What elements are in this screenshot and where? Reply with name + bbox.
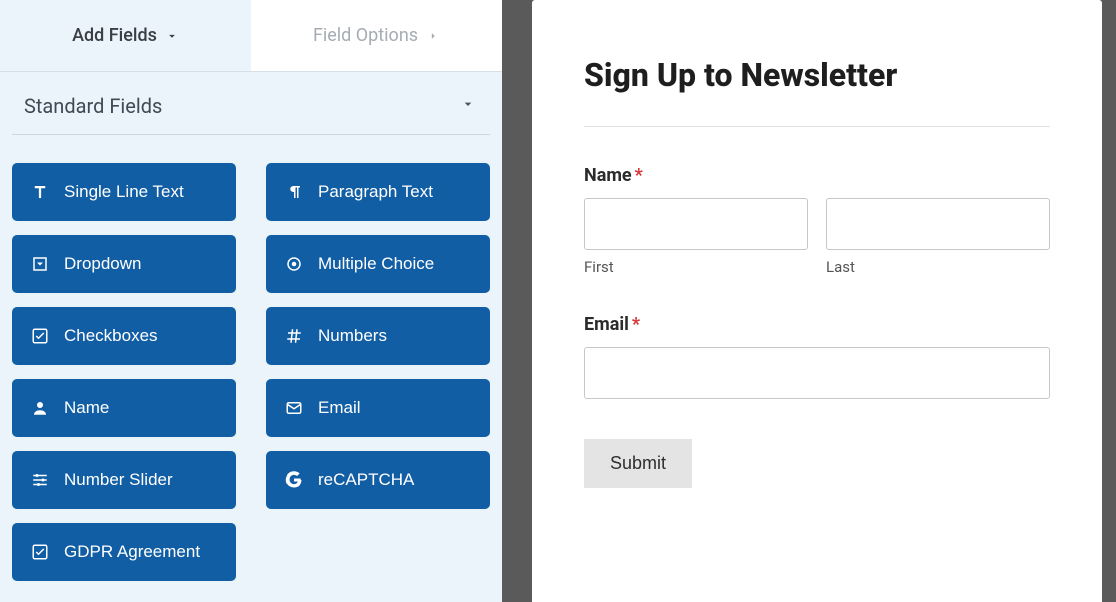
dropdown-icon	[30, 255, 50, 273]
required-mark: *	[632, 314, 640, 335]
field-name[interactable]: Name	[12, 379, 236, 437]
field-numbers[interactable]: Numbers	[266, 307, 490, 365]
first-name-input[interactable]	[584, 198, 808, 250]
field-grid: Single Line Text Paragraph Text Dropdown…	[0, 135, 502, 601]
submit-button-label: Submit	[610, 453, 666, 473]
field-checkboxes[interactable]: Checkboxes	[12, 307, 236, 365]
first-sublabel: First	[584, 258, 808, 276]
form-title: Sign Up to Newsletter	[584, 56, 1050, 94]
name-row: First Last	[584, 198, 1050, 276]
envelope-icon	[284, 399, 304, 417]
required-mark: *	[635, 165, 643, 186]
radio-icon	[284, 255, 304, 273]
email-input[interactable]	[584, 347, 1050, 399]
field-label: Numbers	[318, 326, 387, 346]
field-gdpr-agreement[interactable]: GDPR Agreement	[12, 523, 236, 581]
email-label-text: Email	[584, 314, 629, 335]
tab-field-options[interactable]: Field Options	[251, 0, 502, 71]
tab-add-fields[interactable]: Add Fields	[0, 0, 251, 71]
field-label: reCAPTCHA	[318, 470, 414, 490]
chevron-down-icon	[460, 96, 476, 116]
name-label-text: Name	[584, 165, 632, 186]
first-name-col: First	[584, 198, 808, 276]
field-label: Single Line Text	[64, 182, 184, 202]
google-icon	[284, 471, 304, 489]
field-email[interactable]: Email	[266, 379, 490, 437]
text-cursor-icon	[30, 183, 50, 201]
last-sublabel: Last	[826, 258, 1050, 276]
field-label: Checkboxes	[64, 326, 158, 346]
submit-button[interactable]: Submit	[584, 439, 692, 488]
field-recaptcha[interactable]: reCAPTCHA	[266, 451, 490, 509]
email-block: Email*	[584, 314, 1050, 399]
hash-icon	[284, 327, 304, 345]
field-dropdown[interactable]: Dropdown	[12, 235, 236, 293]
field-label: Dropdown	[64, 254, 142, 274]
section-header-standard-fields[interactable]: Standard Fields	[12, 72, 490, 135]
field-label: Paragraph Text	[318, 182, 433, 202]
sliders-icon	[30, 471, 50, 489]
paragraph-icon	[284, 183, 304, 201]
last-name-input[interactable]	[826, 198, 1050, 250]
preview-area: Sign Up to Newsletter Name* First Last E…	[502, 0, 1116, 602]
field-number-slider[interactable]: Number Slider	[12, 451, 236, 509]
chevron-down-icon	[165, 29, 179, 43]
tab-add-fields-label: Add Fields	[72, 25, 157, 46]
name-label: Name*	[584, 165, 1050, 186]
form-preview: Sign Up to Newsletter Name* First Last E…	[532, 0, 1102, 602]
tabs: Add Fields Field Options	[0, 0, 502, 72]
section-title: Standard Fields	[24, 94, 162, 118]
field-label: GDPR Agreement	[64, 542, 200, 562]
checkbox-icon	[30, 327, 50, 345]
field-multiple-choice[interactable]: Multiple Choice	[266, 235, 490, 293]
field-label: Multiple Choice	[318, 254, 434, 274]
tab-field-options-label: Field Options	[313, 25, 418, 46]
field-label: Number Slider	[64, 470, 173, 490]
app-root: Add Fields Field Options Standard Fields	[0, 0, 1116, 602]
chevron-right-icon	[426, 29, 440, 43]
title-divider	[584, 126, 1050, 127]
field-paragraph-text[interactable]: Paragraph Text	[266, 163, 490, 221]
field-single-line-text[interactable]: Single Line Text	[12, 163, 236, 221]
user-icon	[30, 399, 50, 417]
field-label: Email	[318, 398, 361, 418]
checkbox-icon	[30, 543, 50, 561]
field-label: Name	[64, 398, 109, 418]
email-label: Email*	[584, 314, 1050, 335]
last-name-col: Last	[826, 198, 1050, 276]
left-panel: Add Fields Field Options Standard Fields	[0, 0, 502, 602]
